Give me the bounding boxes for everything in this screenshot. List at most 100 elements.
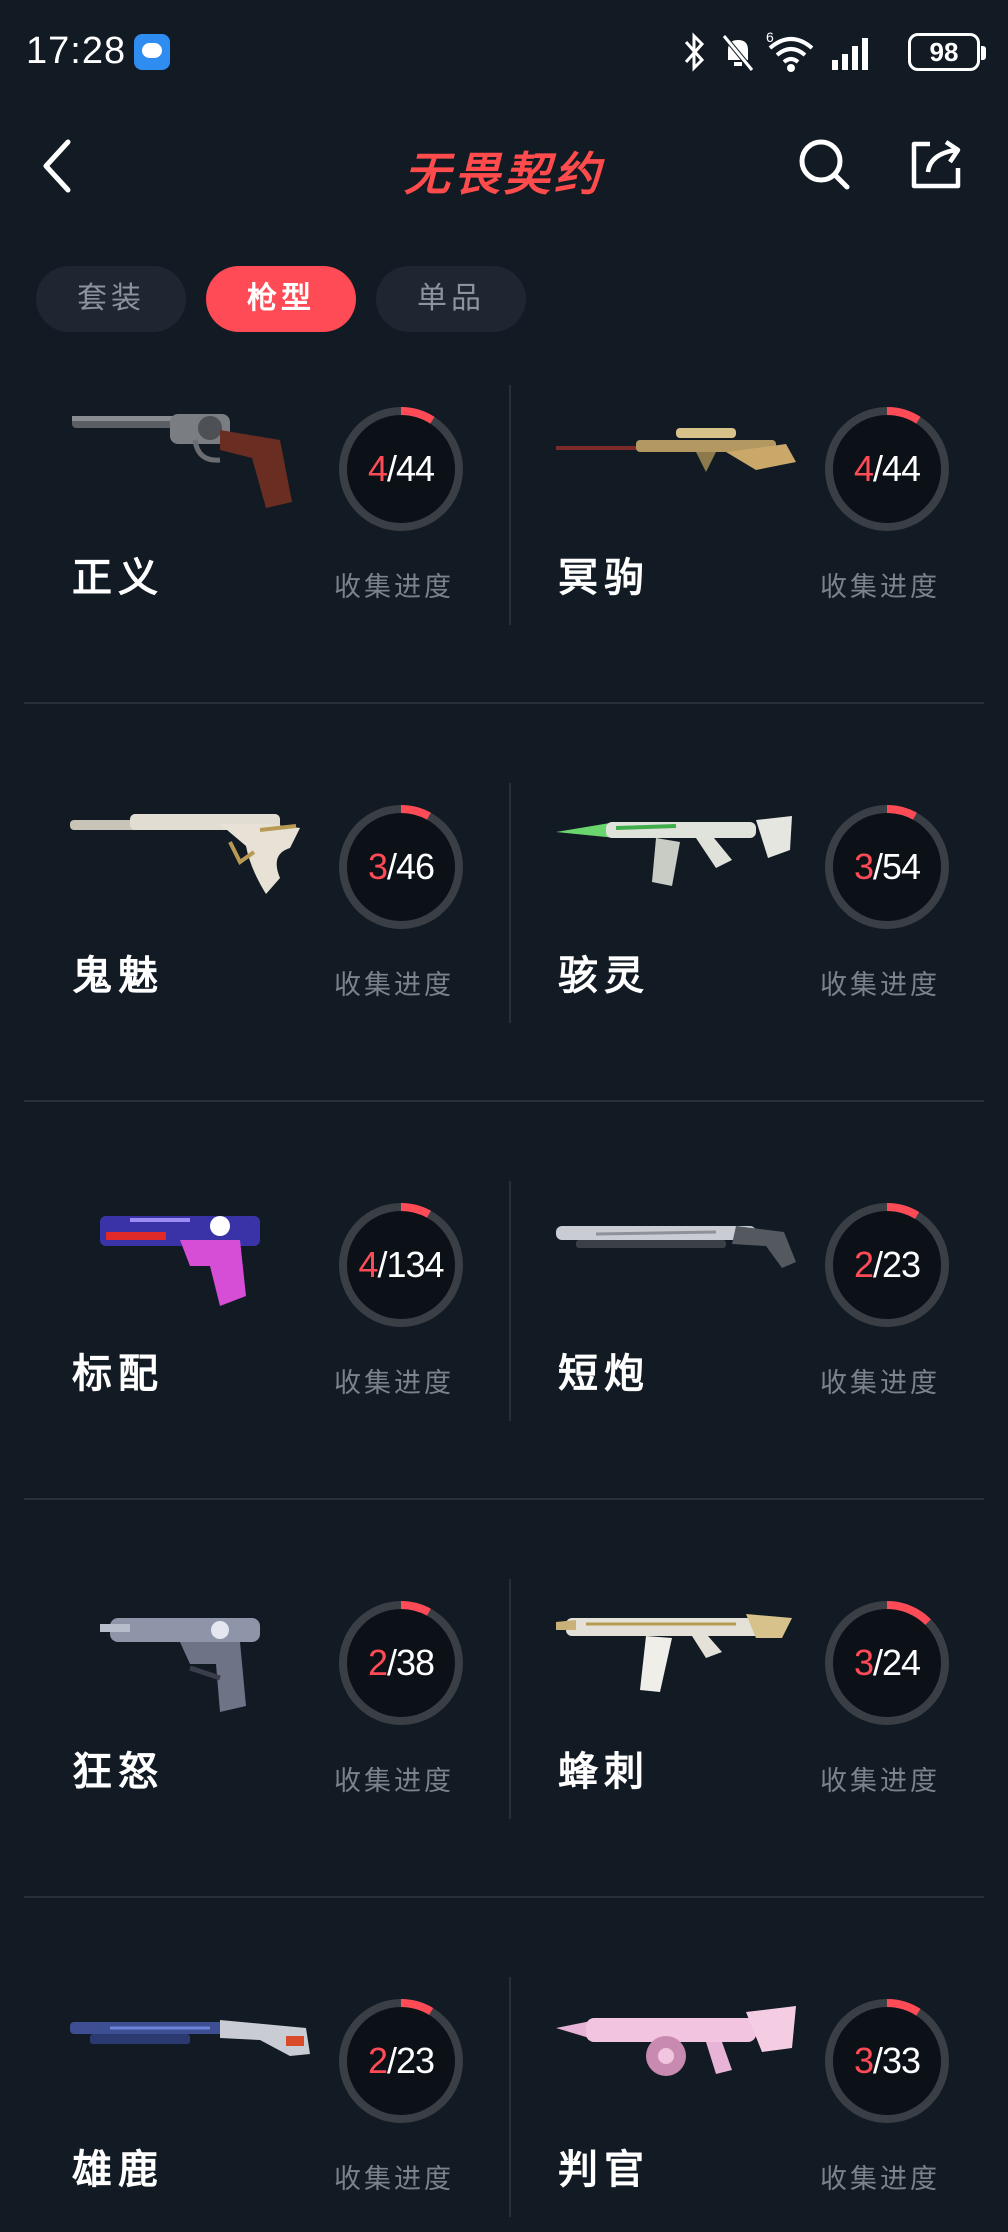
bluetooth-icon: [684, 32, 705, 72]
weapon-name: 鬼魅: [72, 952, 164, 999]
collection-count: 4/44: [336, 404, 466, 534]
collected-count: 3: [367, 846, 388, 887]
collection-count: 4/44: [822, 404, 952, 534]
progress-label: 收集进度: [334, 1368, 454, 1399]
search-icon[interactable]: [796, 136, 852, 192]
collection-progress-ring: 3/54: [822, 802, 952, 932]
total-count: 44: [396, 448, 435, 489]
count-separator: /: [386, 2040, 397, 2081]
revolver-icon: [72, 414, 292, 508]
weapon-name: 冥驹: [558, 554, 650, 601]
collection-progress-ring: 2/23: [336, 1996, 466, 2126]
count-separator: /: [386, 448, 397, 489]
count-separator: /: [386, 1642, 397, 1683]
row-divider: [24, 1100, 984, 1102]
signal-icon: [832, 38, 868, 70]
progress-label: 收集进度: [820, 970, 940, 1001]
collected-count: 2: [853, 1244, 874, 1285]
total-count: 38: [396, 1642, 435, 1683]
weapon-name: 骇灵: [558, 952, 650, 999]
collected-count: 3: [853, 2040, 874, 2081]
progress-label: 收集进度: [820, 2164, 940, 2195]
weapon-card[interactable]: 短炮 2/23 收集进度: [516, 1166, 1006, 1466]
collection-count: 3/33: [822, 1996, 952, 2126]
collected-count: 2: [367, 2040, 388, 2081]
weapon-card[interactable]: 雄鹿 2/23 收集进度: [30, 1962, 520, 2232]
weapon-card[interactable]: 骇灵 3/54 收集进度: [516, 768, 1006, 1068]
count-separator: /: [872, 2040, 883, 2081]
progress-label: 收集进度: [820, 1766, 940, 1797]
app-header: 无畏契约: [0, 120, 1008, 210]
weapon-card[interactable]: 正义 4/44 收集进度: [30, 370, 520, 670]
tab-gun-types[interactable]: 枪型: [206, 266, 356, 332]
weapon-card[interactable]: 鬼魅 3/46 收集进度: [30, 768, 520, 1068]
network-type-label: 6: [766, 30, 774, 45]
column-divider: [509, 783, 511, 1023]
total-count: 44: [882, 448, 921, 489]
weapon-card[interactable]: 标配 4/134 收集进度: [30, 1166, 520, 1466]
collection-progress-ring: 3/46: [336, 802, 466, 932]
progress-label: 收集进度: [820, 572, 940, 603]
column-divider: [509, 1579, 511, 1819]
total-count: 23: [882, 1244, 921, 1285]
weapon-name: 雄鹿: [72, 2146, 164, 2193]
row-divider: [24, 1498, 984, 1500]
collected-count: 4: [853, 448, 874, 489]
tab-sets[interactable]: 套装: [36, 266, 186, 332]
weapon-card[interactable]: 冥驹 4/44 收集进度: [516, 370, 1006, 670]
shotgun-icon: [556, 1226, 796, 1268]
weapon-name: 正义: [72, 554, 164, 601]
column-divider: [509, 1181, 511, 1421]
collection-count: 3/46: [336, 802, 466, 932]
collection-count: 2/23: [336, 1996, 466, 2126]
tab-single-items[interactable]: 单品: [376, 266, 526, 332]
rifle-icon: [556, 816, 792, 886]
battery-indicator: 98: [908, 33, 986, 71]
collection-count: 3/54: [822, 802, 952, 932]
collection-progress-ring: 4/44: [822, 404, 952, 534]
total-count: 46: [396, 846, 435, 887]
page-title: 无畏契约: [404, 147, 604, 201]
progress-label: 收集进度: [334, 1766, 454, 1797]
collection-progress-ring: 4/44: [336, 404, 466, 534]
wifi-icon: 6: [766, 30, 814, 72]
sniper-rifle-icon: [556, 428, 796, 472]
collected-count: 4: [358, 1244, 378, 1285]
collection-progress-ring: 4/134: [336, 1200, 466, 1330]
weapon-card[interactable]: 狂怒 2/38 收集进度: [30, 1564, 520, 1864]
collected-count: 3: [853, 846, 874, 887]
total-count: 23: [396, 2040, 435, 2081]
weapon-card[interactable]: 蜂刺 3/24 收集进度: [516, 1564, 1006, 1864]
count-separator: /: [872, 1642, 883, 1683]
weapon-name: 短炮: [558, 1350, 650, 1397]
count-separator: /: [872, 846, 883, 887]
count-separator: /: [872, 1244, 883, 1285]
smg-icon: [556, 1614, 792, 1692]
status-bar: 17:28 6 98: [0, 0, 1008, 110]
collected-count: 3: [853, 1642, 874, 1683]
mute-bell-icon: [722, 34, 754, 72]
auto-shotgun-icon: [556, 2006, 796, 2076]
column-divider: [509, 1977, 511, 2217]
collection-progress-ring: 2/38: [336, 1598, 466, 1728]
message-notification-icon: [134, 34, 170, 70]
collection-count: 3/24: [822, 1598, 952, 1728]
weapon-card[interactable]: 判官 3/33 收集进度: [516, 1962, 1006, 2232]
progress-label: 收集进度: [334, 2164, 454, 2195]
collection-count: 2/23: [822, 1200, 952, 1330]
count-separator: /: [386, 846, 397, 887]
progress-label: 收集进度: [820, 1368, 940, 1399]
pistol-icon: [70, 814, 300, 894]
status-time: 17:28: [26, 30, 127, 72]
progress-label: 收集进度: [334, 572, 454, 603]
collection-progress-ring: 3/33: [822, 1996, 952, 2126]
column-divider: [509, 385, 511, 625]
share-icon[interactable]: [908, 136, 964, 192]
collection-progress-ring: 3/24: [822, 1598, 952, 1728]
pump-shotgun-icon: [70, 2020, 310, 2056]
count-separator: /: [872, 448, 883, 489]
total-count: 33: [882, 2040, 921, 2081]
weapon-name: 标配: [72, 1350, 164, 1397]
collection-progress-ring: 2/23: [822, 1200, 952, 1330]
total-count: 54: [882, 846, 921, 887]
